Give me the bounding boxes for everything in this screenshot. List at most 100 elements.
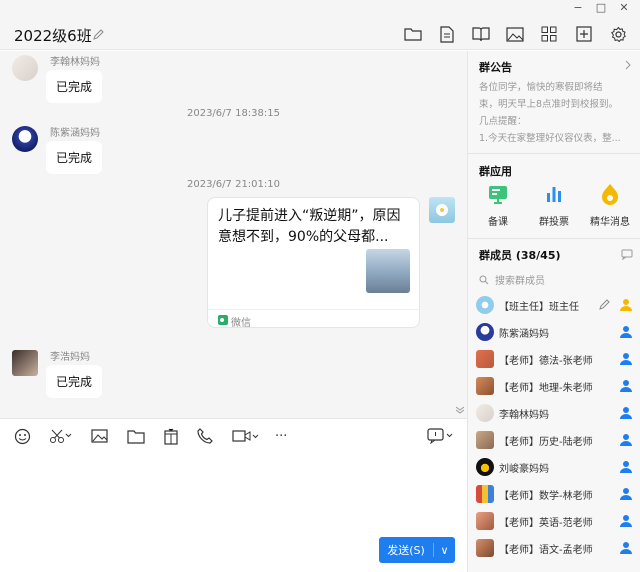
app-lesson[interactable]: 备课: [473, 183, 523, 228]
member-row[interactable]: 【老师】数学-林老师: [468, 481, 640, 508]
member-icon: [620, 461, 632, 473]
member-icon: [620, 380, 632, 392]
group-sidebar: 群公告 各位同学，愉快的寒假即将结 束，明天早上8点准时到校报到。 几点提醒： …: [467, 51, 640, 572]
member-name: 【老师】英语-范老师: [499, 518, 593, 529]
avatar: [476, 404, 494, 422]
video-call-icon[interactable]: [232, 427, 260, 445]
send-button-label: 发送(S): [387, 544, 425, 557]
members-title: 群成员 (38/45): [479, 249, 561, 262]
lesson-icon: [489, 186, 507, 204]
member-icon: [620, 353, 632, 365]
app-label: 群投票: [539, 217, 569, 228]
message-history-icon[interactable]: [427, 427, 455, 445]
red-packet-icon[interactable]: [163, 427, 179, 445]
member-row[interactable]: 【老师】英语-范老师: [468, 508, 640, 535]
member-name: 【老师】地理-朱老师: [499, 383, 593, 394]
member-name: 李翰林妈妈: [499, 410, 549, 421]
avatar: [476, 485, 494, 503]
member-icon: [620, 434, 632, 446]
shared-article-card[interactable]: 儿子提前进入“叛逆期”，原因意想不到，90%的父母都... 微信: [207, 197, 420, 328]
add-icon[interactable]: [574, 24, 594, 44]
avatar[interactable]: [429, 197, 455, 223]
member-row[interactable]: 【老师】语文-孟老师: [468, 535, 640, 562]
send-button[interactable]: 发送(S) ∨: [379, 537, 455, 563]
screenshot-icon[interactable]: [49, 427, 73, 445]
avatar: [476, 350, 494, 368]
search-icon: [479, 275, 489, 284]
chevron-right-icon[interactable]: [625, 60, 632, 70]
composer-toolbar: ···: [0, 418, 467, 452]
member-name: 【老师】历史-陆老师: [499, 437, 593, 448]
notice-line: 束，明天早上8点准时到校报到。: [479, 99, 619, 110]
sender-name: 李浩妈妈: [50, 352, 90, 363]
close-button[interactable]: ✕: [612, 0, 636, 14]
folder-icon[interactable]: [403, 24, 423, 44]
notice-title[interactable]: 群公告: [479, 59, 512, 75]
member-row[interactable]: 【班主任】班主任: [468, 292, 640, 319]
phone-icon[interactable]: [197, 427, 213, 445]
avatar: [476, 323, 494, 341]
member-icon: [620, 488, 632, 500]
notice-line: 各位同学，愉快的寒假即将结: [479, 82, 603, 93]
divider: [468, 153, 640, 154]
app-highlight[interactable]: 精华消息: [585, 183, 635, 228]
minimize-button[interactable]: −: [566, 0, 590, 14]
member-row[interactable]: 【老师】德法-张老师: [468, 346, 640, 373]
book-icon[interactable]: [471, 24, 491, 44]
vote-icon: [547, 187, 561, 202]
image-icon[interactable]: [505, 24, 525, 44]
divider: [468, 238, 640, 239]
maximize-button[interactable]: □: [589, 0, 613, 14]
message-bubble[interactable]: 已完成: [46, 365, 103, 398]
member-name: 【老师】德法-张老师: [499, 356, 593, 367]
avatar: [476, 296, 494, 314]
notice-content[interactable]: 各位同学，愉快的寒假即将结 束，明天早上8点准时到校报到。 几点提醒： 1.今天…: [479, 79, 631, 147]
member-search[interactable]: 搜索群成员: [479, 272, 545, 287]
apps-grid-icon[interactable]: [539, 24, 559, 44]
member-name: 刘峻豪妈妈: [499, 464, 549, 475]
timestamp: 2023/6/7 21:01:10: [186, 179, 280, 190]
member-row[interactable]: 陈紫涵妈妈: [468, 319, 640, 346]
app-vote[interactable]: 群投票: [529, 183, 579, 228]
avatar[interactable]: [12, 55, 38, 81]
edit-title-icon[interactable]: [92, 28, 106, 42]
member-row[interactable]: 【老师】地理-朱老师: [468, 373, 640, 400]
folder-icon[interactable]: [127, 427, 145, 445]
scroll-down-icon[interactable]: [455, 406, 465, 414]
avatar: [476, 377, 494, 395]
emoji-icon[interactable]: [14, 427, 31, 445]
member-name: 陈紫涵妈妈: [499, 329, 549, 340]
message-input[interactable]: 发送(S) ∨: [0, 452, 467, 572]
member-row[interactable]: 李翰林妈妈: [468, 400, 640, 427]
send-options-button[interactable]: ∨: [434, 544, 455, 557]
member-name: 【班主任】班主任: [499, 302, 579, 313]
avatar: [476, 458, 494, 476]
edit-icon[interactable]: [598, 298, 612, 312]
member-icon: [620, 515, 632, 527]
avatar[interactable]: [12, 350, 38, 376]
owner-icon: [620, 299, 632, 311]
wechat-icon: [218, 315, 228, 325]
sender-name: 李翰林妈妈: [50, 57, 100, 68]
settings-icon[interactable]: [608, 24, 628, 44]
timestamp: 2023/6/7 18:38:15: [186, 108, 280, 119]
card-title: 儿子提前进入“叛逆期”，原因意想不到，90%的父母都...: [218, 208, 401, 245]
avatar: [476, 512, 494, 530]
app-label: 备课: [488, 217, 508, 228]
image-icon[interactable]: [91, 427, 108, 445]
message-list[interactable]: 李翰林妈妈 已完成 2023/6/7 18:38:15 陈紫涵妈妈 已完成 20…: [0, 51, 467, 418]
avatar[interactable]: [12, 126, 38, 152]
card-source: 微信: [208, 309, 419, 327]
document-icon[interactable]: [437, 24, 457, 44]
member-name: 【老师】语文-孟老师: [499, 545, 593, 556]
message-bubble[interactable]: 已完成: [46, 141, 103, 174]
avatar: [476, 539, 494, 557]
member-row[interactable]: 【老师】历史-陆老师: [468, 427, 640, 454]
avatar: [476, 431, 494, 449]
member-search-input[interactable]: 搜索群成员: [495, 272, 545, 287]
member-row[interactable]: 刘峻豪妈妈: [468, 454, 640, 481]
message-bubble[interactable]: 已完成: [46, 70, 103, 103]
apps-title: 群应用: [479, 165, 512, 178]
more-icon[interactable]: ···: [275, 427, 287, 445]
invite-icon[interactable]: [621, 249, 633, 260]
